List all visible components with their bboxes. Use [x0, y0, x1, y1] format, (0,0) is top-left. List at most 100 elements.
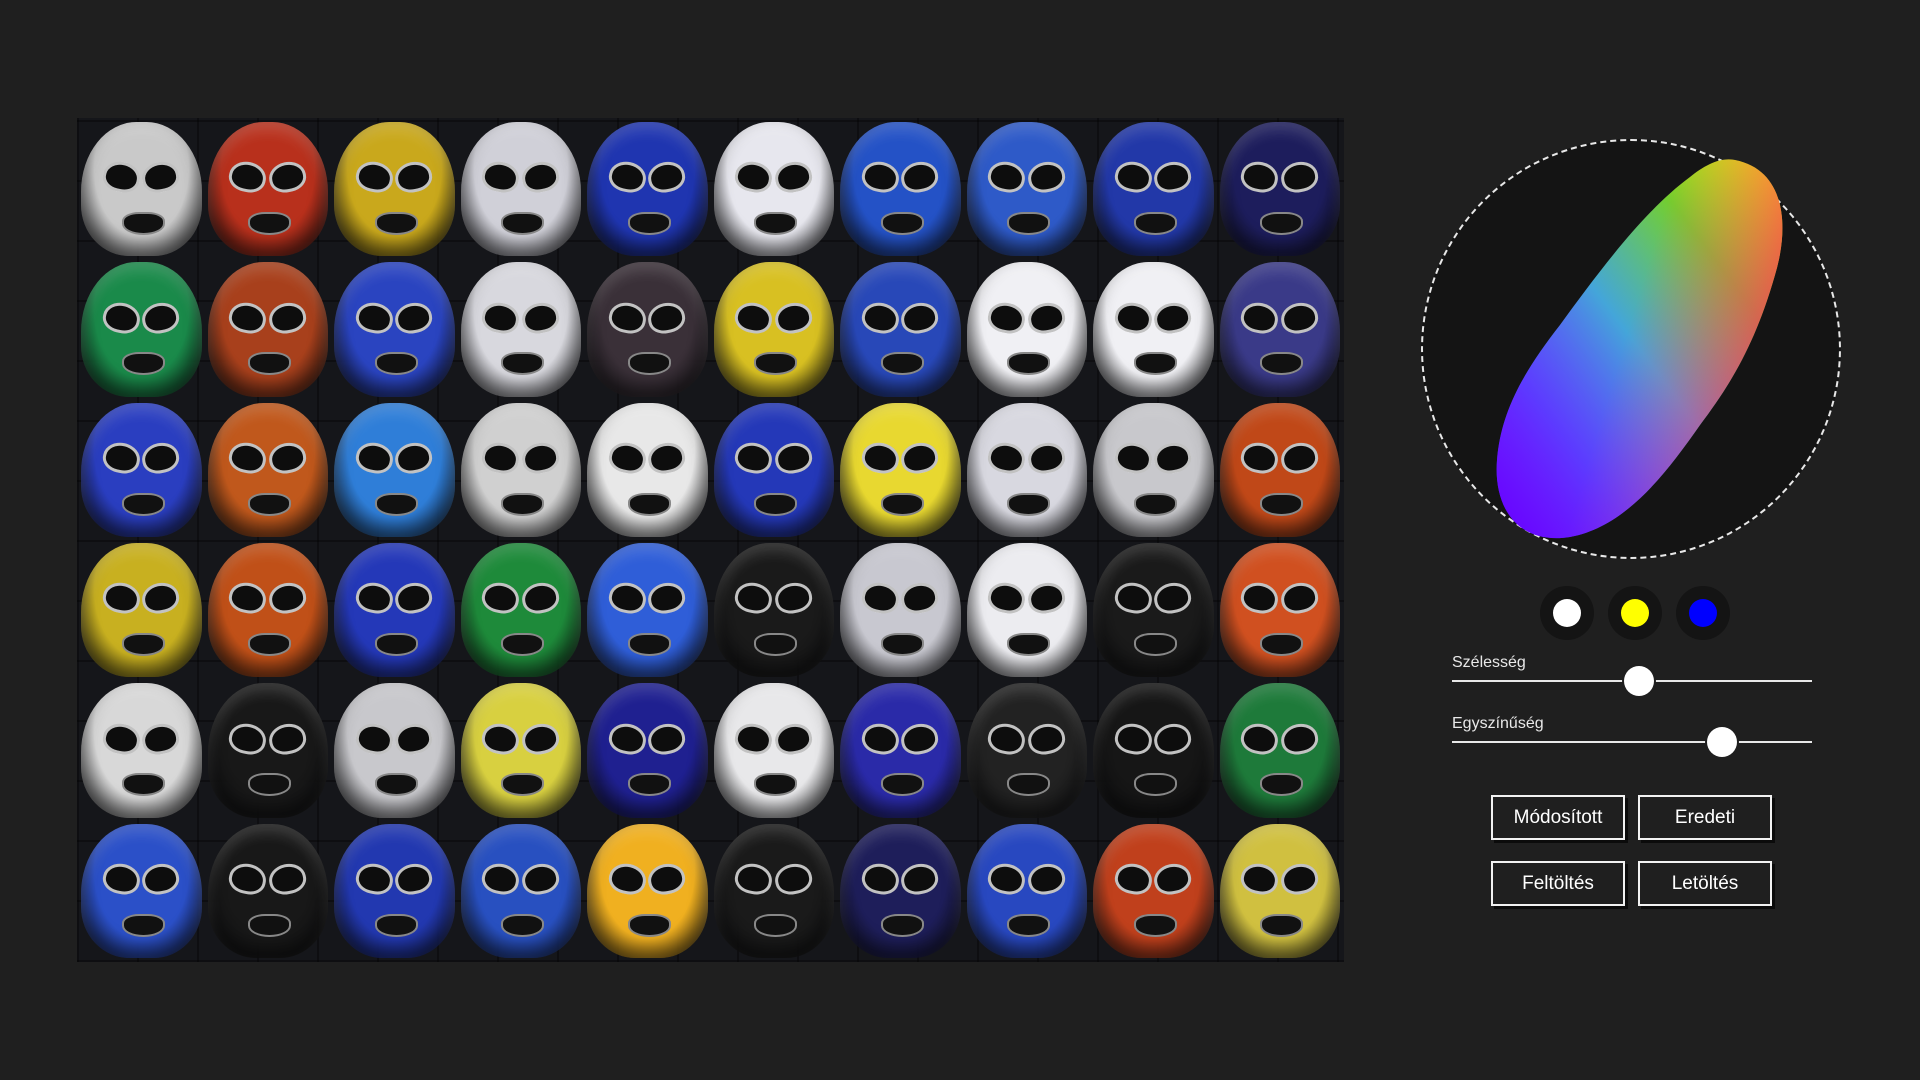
wrestling-mask [966, 683, 1087, 818]
mask-mouth [501, 492, 545, 516]
wrestling-mask [460, 402, 581, 537]
mask-mouth [1260, 352, 1304, 376]
wrestling-mask [713, 402, 834, 537]
wrestling-mask [1219, 122, 1340, 257]
mask-mouth [880, 492, 924, 516]
mask-mouth [121, 492, 165, 516]
wrestling-mask [1219, 402, 1340, 537]
wrestling-mask [587, 823, 708, 958]
original-button[interactable]: Eredeti [1638, 795, 1772, 840]
mask-mouth [1260, 492, 1304, 516]
mask-mouth [754, 212, 798, 235]
wrestling-mask [1093, 823, 1214, 958]
mask-mouth [1133, 492, 1177, 516]
color-wheel[interactable] [1421, 139, 1841, 559]
mask-mouth [880, 352, 924, 376]
mask-mouth [1260, 212, 1304, 235]
mask-mouth [1133, 352, 1177, 376]
wrestling-mask [334, 823, 455, 958]
mask-mouth [1007, 913, 1051, 937]
mask-mouth [627, 773, 671, 797]
wrestling-mask [840, 542, 961, 678]
mask-mouth [880, 913, 924, 937]
upload-button[interactable]: Feltöltés [1491, 861, 1625, 906]
wrestling-mask [713, 823, 834, 958]
wrestling-mask [713, 542, 834, 678]
mask-mouth [501, 633, 545, 656]
width-slider-thumb[interactable] [1624, 666, 1655, 696]
wrestling-mask [840, 402, 961, 537]
mask-mouth [248, 492, 292, 516]
mask-mouth [880, 212, 924, 235]
uniformity-slider-thumb[interactable] [1707, 727, 1737, 757]
mask-mouth [121, 913, 165, 937]
mask-mouth [627, 633, 671, 656]
wrestling-mask [1093, 122, 1214, 257]
wrestling-mask [713, 683, 834, 818]
wrestling-mask [207, 122, 328, 257]
wrestling-mask [334, 683, 455, 818]
width-slider-group: Szélesség [1452, 654, 1812, 696]
mask-mouth [1260, 633, 1304, 656]
wrestling-mask [966, 823, 1087, 958]
mask-mouth [121, 212, 165, 235]
swatch-yellow[interactable] [1608, 586, 1662, 640]
mask-mouth [1007, 773, 1051, 797]
wrestling-mask [587, 542, 708, 678]
wrestling-mask [1093, 262, 1214, 397]
mask-mouth [1007, 352, 1051, 376]
swatch-blue-dot [1689, 599, 1717, 627]
wrestling-mask [460, 262, 581, 397]
mask-mouth [1007, 212, 1051, 235]
mask-mouth [501, 913, 545, 937]
wrestling-mask [207, 542, 328, 678]
wrestling-mask [587, 402, 708, 537]
wrestling-mask [713, 122, 834, 257]
wrestling-mask [713, 262, 834, 397]
wrestling-mask [334, 542, 455, 678]
mask-mouth [248, 913, 292, 937]
mask-mouth [627, 352, 671, 376]
wrestling-mask [81, 402, 202, 537]
mask-mouth [880, 633, 924, 656]
wrestling-mask [840, 683, 961, 818]
wrestling-mask [460, 683, 581, 818]
mask-mouth [248, 352, 292, 376]
mask-mouth [248, 773, 292, 797]
wrestling-mask [1219, 262, 1340, 397]
swatch-blue[interactable] [1676, 586, 1730, 640]
width-slider-track[interactable] [1452, 666, 1812, 696]
mask-mouth [501, 773, 545, 797]
wrestling-mask [966, 262, 1087, 397]
color-gradient-blob[interactable] [1485, 155, 1785, 545]
mask-mouth [374, 633, 418, 656]
color-swatches [1540, 586, 1730, 640]
wrestling-mask [460, 122, 581, 257]
wrestling-mask [1219, 683, 1340, 818]
wrestling-mask [1093, 542, 1214, 678]
wrestling-masks-photo [77, 118, 1344, 962]
mask-mouth [754, 913, 798, 937]
wrestling-mask [840, 262, 961, 397]
mask-mouth [754, 633, 798, 656]
mask-mouth [754, 492, 798, 516]
mask-mouth [501, 212, 545, 235]
wrestling-mask [966, 542, 1087, 678]
mask-mouth [374, 773, 418, 797]
wrestling-mask [587, 122, 708, 257]
mask-mouth [374, 352, 418, 376]
wrestling-mask [587, 683, 708, 818]
mask-mouth [627, 212, 671, 235]
wrestling-mask [207, 262, 328, 397]
mask-mouth [1133, 633, 1177, 656]
wrestling-mask [81, 262, 202, 397]
image-preview [77, 118, 1344, 962]
swatch-white-dot [1553, 599, 1581, 627]
mask-mouth [1007, 492, 1051, 516]
swatch-white[interactable] [1540, 586, 1594, 640]
mask-mouth [121, 773, 165, 797]
modified-button[interactable]: Módosított [1491, 795, 1625, 840]
wrestling-mask [966, 122, 1087, 257]
uniformity-slider-track[interactable] [1452, 727, 1812, 757]
download-button[interactable]: Letöltés [1638, 861, 1772, 906]
